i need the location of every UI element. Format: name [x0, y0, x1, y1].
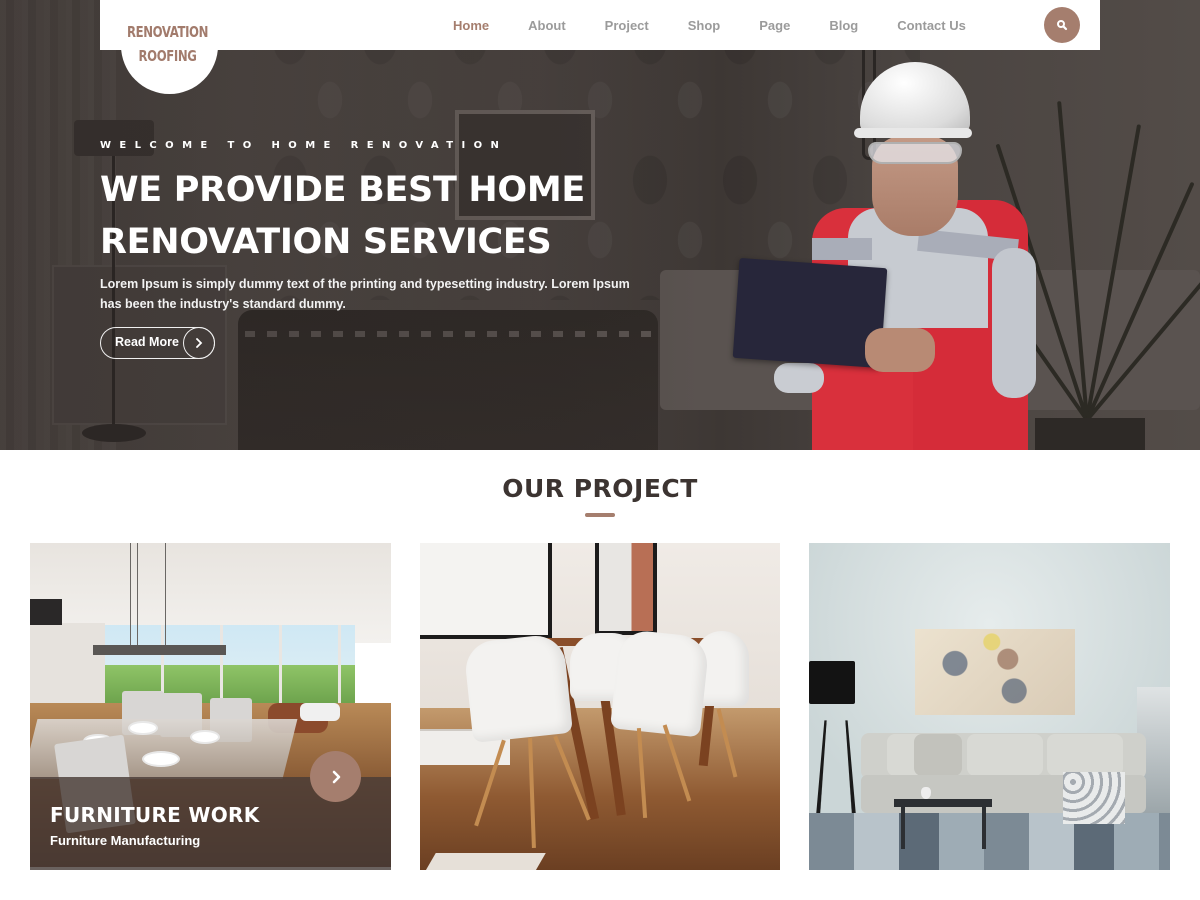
main-nav: Home About Project Shop Page Blog Contac… — [453, 0, 1005, 50]
chevron-right-icon — [183, 326, 215, 359]
project-card-title: FURNITURE WORK — [50, 803, 260, 827]
safety-goggles-icon — [868, 142, 962, 164]
chevron-right-icon — [332, 770, 340, 783]
hero-eyebrow: WELCOME TO HOME RENOVATION — [100, 140, 508, 151]
hero-title-line-1: WE PROVIDE BEST HOME — [100, 170, 586, 210]
nav-item-home[interactable]: Home — [453, 18, 489, 33]
project-card-dining[interactable] — [420, 543, 780, 870]
window-image — [595, 543, 657, 635]
hero-bg-plant-pot — [1035, 418, 1145, 450]
project-card-subtitle: Furniture Manufacturing — [50, 833, 201, 848]
hero-title: WE PROVIDE BEST HOME RENOVATION SERVICES — [100, 164, 660, 268]
logo-line-1: RENOVATION — [126, 23, 208, 41]
search-button[interactable] — [1044, 7, 1080, 43]
hero-description: Lorem Ipsum is simply dummy text of the … — [100, 274, 640, 314]
project-card-arrow-button[interactable] — [310, 751, 361, 802]
section-title-underline — [585, 513, 615, 517]
nav-item-about[interactable]: About — [528, 18, 566, 33]
floor-lamp-icon — [809, 661, 855, 704]
read-more-button[interactable]: Read More — [100, 326, 215, 359]
hero-description-line-2: has been the industry's standard dummy. — [100, 297, 346, 311]
window-image — [420, 543, 552, 639]
project-card-living-room[interactable] — [809, 543, 1170, 870]
nav-item-project[interactable]: Project — [605, 18, 649, 33]
worker-image — [730, 58, 1040, 450]
nav-item-contact-us[interactable]: Contact Us — [897, 18, 966, 33]
nav-item-shop[interactable]: Shop — [688, 18, 721, 33]
search-icon — [1057, 20, 1068, 31]
abstract-painting-image — [915, 629, 1075, 715]
hard-hat-icon — [860, 62, 970, 132]
hero-description-line-1: Lorem Ipsum is simply dummy text of the … — [100, 277, 630, 291]
top-navbar: Home About Project Shop Page Blog Contac… — [100, 0, 1100, 50]
pendant-lamp-icon — [93, 645, 226, 655]
hero-title-line-2: RENOVATION SERVICES — [100, 222, 552, 262]
section-title-our-project: OUR PROJECT — [502, 474, 698, 503]
read-more-label: Read More — [115, 335, 179, 349]
project-card-bottom-bar — [30, 867, 391, 870]
nav-item-blog[interactable]: Blog — [829, 18, 858, 33]
project-card-furniture-work[interactable]: FURNITURE WORK Furniture Manufacturing — [30, 543, 391, 870]
nav-item-page[interactable]: Page — [759, 18, 790, 33]
site-logo[interactable]: RENOVATION ROOFING — [115, 20, 220, 68]
logo-line-2: ROOFING — [138, 47, 197, 65]
